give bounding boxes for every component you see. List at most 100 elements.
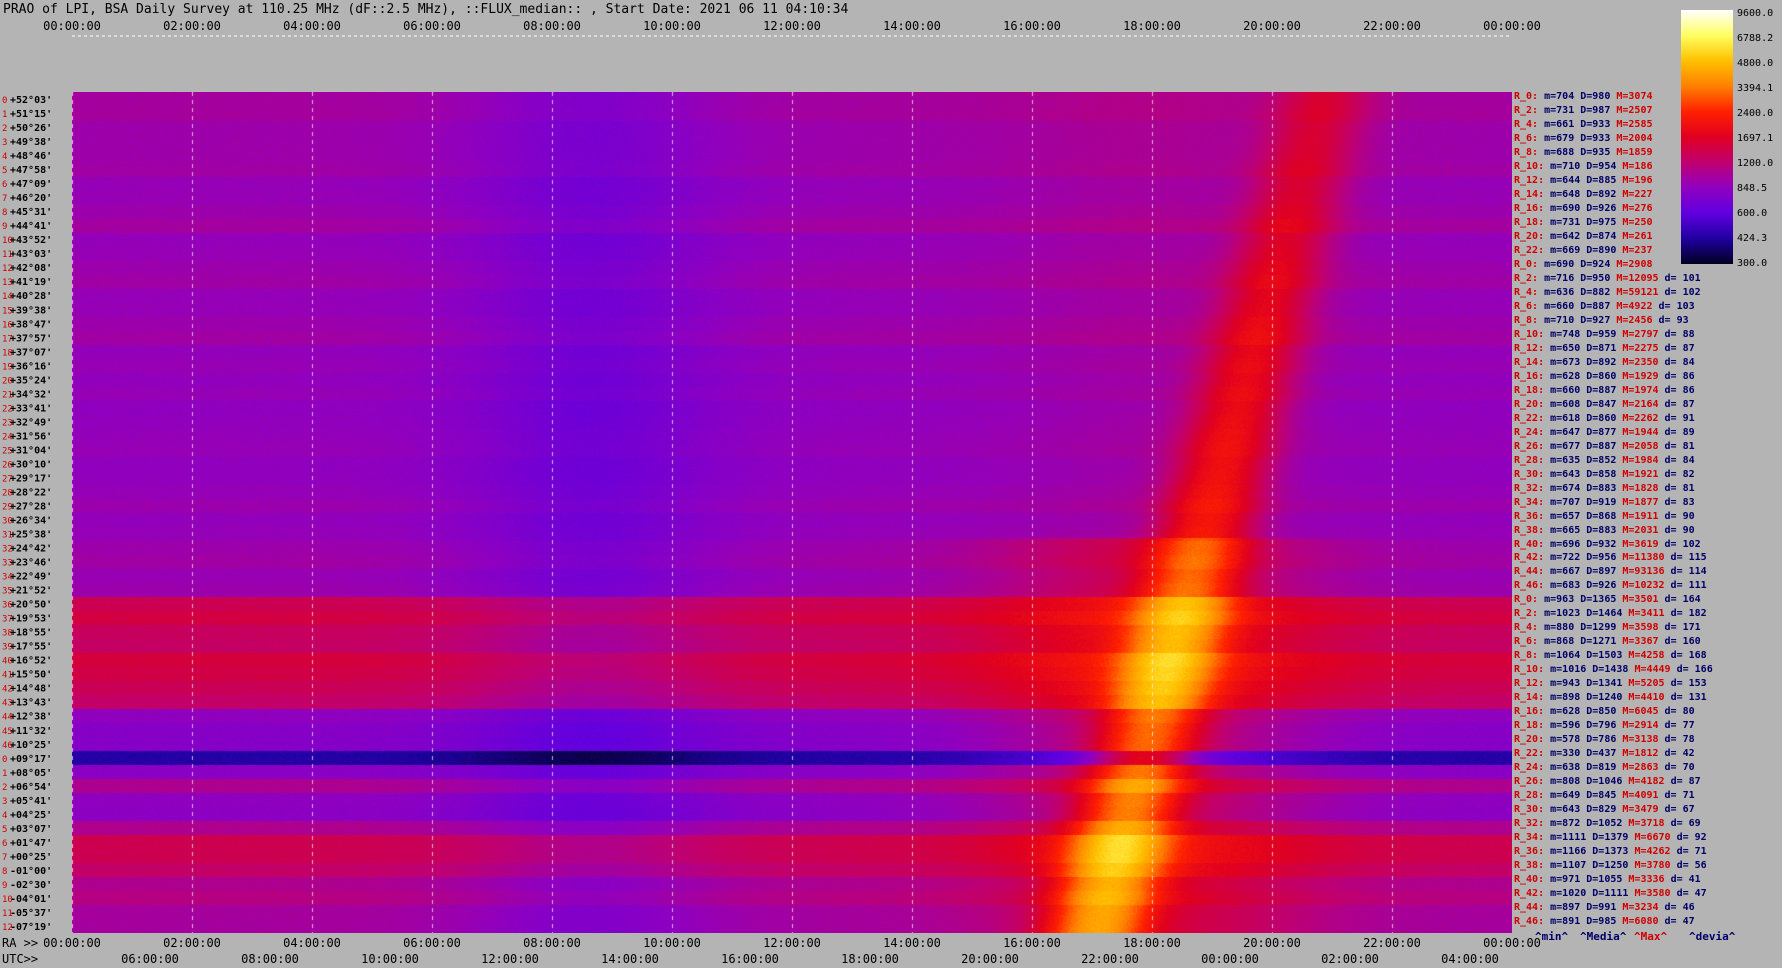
colorbar-tick-label: 848.5	[1737, 183, 1767, 194]
row-stats-field: M=6670	[1628, 832, 1671, 844]
row-stats-field: m=1111	[1544, 832, 1587, 844]
y-tick-label: +39°38'	[10, 305, 52, 316]
x-bottom-utc-tick: 10:00:00	[361, 952, 419, 966]
y-tick-label: -07°19'	[10, 922, 52, 933]
row-stats-field: m=963	[1538, 594, 1575, 606]
row-stats-field: D=437	[1580, 748, 1617, 760]
row-stats-field: R_16:	[1514, 202, 1545, 214]
y-tick-label: +22°49'	[10, 572, 52, 583]
row-stats-field: R_0:	[1514, 91, 1539, 102]
row-stats-field: M=1812	[1616, 748, 1659, 760]
row-stats-field: m=748	[1544, 328, 1581, 340]
row-stats-field: M=12095	[1610, 272, 1659, 284]
row-stats-field: R_2:	[1514, 272, 1539, 284]
row-stats-field: m=660	[1544, 384, 1581, 396]
row-stats-field: D=892	[1580, 356, 1617, 368]
x-bottom-ra-tick: 06:00:00	[403, 936, 461, 950]
row-stats: R_10: m=1016 D=1438 M=4449 d= 166	[1514, 663, 1713, 677]
y-tick-label: +09°17'	[10, 754, 52, 765]
row-stats-field: m=635	[1544, 454, 1581, 466]
colorbar-tick-label: 1697.1	[1737, 133, 1773, 144]
row-stats-field: M=2797	[1616, 328, 1659, 340]
row-stats-field: D=1365	[1574, 594, 1617, 606]
row-stats-field: D=786	[1580, 734, 1617, 746]
y-tick-label: +32°49'	[10, 417, 52, 428]
row-stats-field: R_36:	[1514, 846, 1545, 858]
x-bottom-ra-tick: 04:00:00	[283, 936, 341, 950]
row-stats-field: D=1299	[1574, 622, 1617, 634]
row-stats: R_28: m=635 D=852 M=1984 d= 84	[1514, 454, 1713, 468]
row-stats-field: D=926	[1580, 202, 1617, 214]
row-stats: R_38: m=665 D=883 M=2031 d= 90	[1514, 524, 1713, 538]
row-stats-field: m=673	[1544, 356, 1581, 368]
row-stats-field: M=261	[1616, 230, 1653, 242]
row-stats-field: R_22:	[1514, 244, 1545, 256]
colorbar-tick-label: 300.0	[1737, 258, 1767, 269]
row-stats: R_12: m=644 D=885 M=196	[1514, 174, 1713, 188]
y-tick-label: +44°41'	[10, 221, 52, 232]
row-stats-field: m=677	[1544, 440, 1581, 452]
row-stats-field: R_42:	[1514, 552, 1545, 564]
row-stats-field: D=890	[1580, 244, 1617, 256]
row-stats-field: M=4258	[1622, 650, 1665, 662]
row-stats: R_8: m=1064 D=1503 M=4258 d= 168	[1514, 649, 1713, 663]
row-stats-field: m=943	[1544, 678, 1581, 690]
row-stats-field: R_14:	[1514, 356, 1545, 368]
row-stats-field: D=927	[1574, 314, 1611, 326]
row-stats-field: R_22:	[1514, 412, 1545, 424]
x-bottom-ra-tick: 00:00:00	[43, 936, 101, 950]
x-top-tick-label: 22:00:00	[1363, 19, 1421, 33]
row-stats-field: D=1379	[1586, 832, 1629, 844]
row-stats-field: D=885	[1580, 174, 1617, 186]
row-statistics-panel: R_0: m=704 D=980 M=3074 R_2: m=731 D=987 …	[1514, 90, 1713, 929]
row-stats-field: d= 89	[1658, 426, 1695, 438]
row-stats-field: m=596	[1544, 720, 1581, 732]
y-tick-label: +08°05'	[10, 768, 52, 779]
row-stats-field: D=1111	[1586, 888, 1629, 900]
y-row-index: 9	[2, 881, 7, 891]
row-stats-field: m=657	[1544, 510, 1581, 522]
y-tick-label: +03°07'	[10, 824, 52, 835]
row-stats: R_36: m=1166 D=1373 M=4262 d= 71	[1514, 845, 1713, 859]
stats-legend-label: ^min^	[1535, 930, 1568, 943]
x-bottom-utc-tick: 00:00:00	[1201, 952, 1259, 966]
y-tick-label: +16°52'	[10, 656, 52, 667]
row-stats-field: d= 87	[1664, 776, 1701, 788]
row-stats-field: D=845	[1580, 790, 1617, 802]
y-tick-label: +42°08'	[10, 263, 52, 274]
row-stats-field: d= 81	[1658, 482, 1695, 494]
row-stats-field: D=933	[1574, 132, 1611, 144]
spectrogram-heatmap	[72, 92, 1512, 933]
row-stats: R_38: m=1107 D=1250 M=3780 d= 56	[1514, 859, 1713, 873]
row-stats: R_0: m=963 D=1365 M=3501 d= 164	[1514, 593, 1713, 607]
y-tick-label: +49°38'	[10, 137, 52, 148]
row-stats: R_4: m=636 D=882 M=59121 d= 102	[1514, 286, 1713, 300]
row-stats-field: M=1911	[1616, 510, 1659, 522]
row-stats-field: d= 102	[1658, 538, 1701, 550]
row-stats: R_34: m=1111 D=1379 M=6670 d= 92	[1514, 831, 1713, 845]
y-tick-label: +12°38'	[10, 712, 52, 723]
x-bottom-utc-tick: 06:00:00	[121, 952, 179, 966]
row-stats-field: m=897	[1544, 902, 1581, 914]
row-stats-field: M=3479	[1616, 804, 1659, 816]
row-stats-field: M=237	[1616, 244, 1653, 256]
row-stats-field: m=642	[1544, 230, 1581, 242]
row-stats-field: M=2058	[1616, 440, 1659, 452]
row-stats-field: d= 114	[1664, 566, 1707, 578]
y-tick-label: +28°22'	[10, 487, 52, 498]
x-top-tick-label: 00:00:00	[43, 19, 101, 33]
y-tick-label: +15°50'	[10, 670, 52, 681]
row-stats-field: D=933	[1574, 118, 1611, 130]
y-tick-label: +14°48'	[10, 684, 52, 695]
y-tick-label: +23°46'	[10, 558, 52, 569]
x-bottom-ra-tick: 10:00:00	[643, 936, 701, 950]
row-stats-field: R_34:	[1514, 832, 1545, 844]
row-stats-field: D=980	[1574, 91, 1611, 102]
row-stats-field: m=330	[1544, 748, 1581, 760]
row-stats: R_18: m=596 D=796 M=2914 d= 77	[1514, 719, 1713, 733]
row-stats: R_44: m=667 D=897 M=93136 d= 114	[1514, 565, 1713, 579]
row-stats-field: R_42:	[1514, 888, 1545, 900]
row-stats-field: R_2:	[1514, 104, 1539, 116]
row-stats-field: M=2004	[1610, 132, 1653, 144]
row-stats-field: R_30:	[1514, 804, 1545, 816]
